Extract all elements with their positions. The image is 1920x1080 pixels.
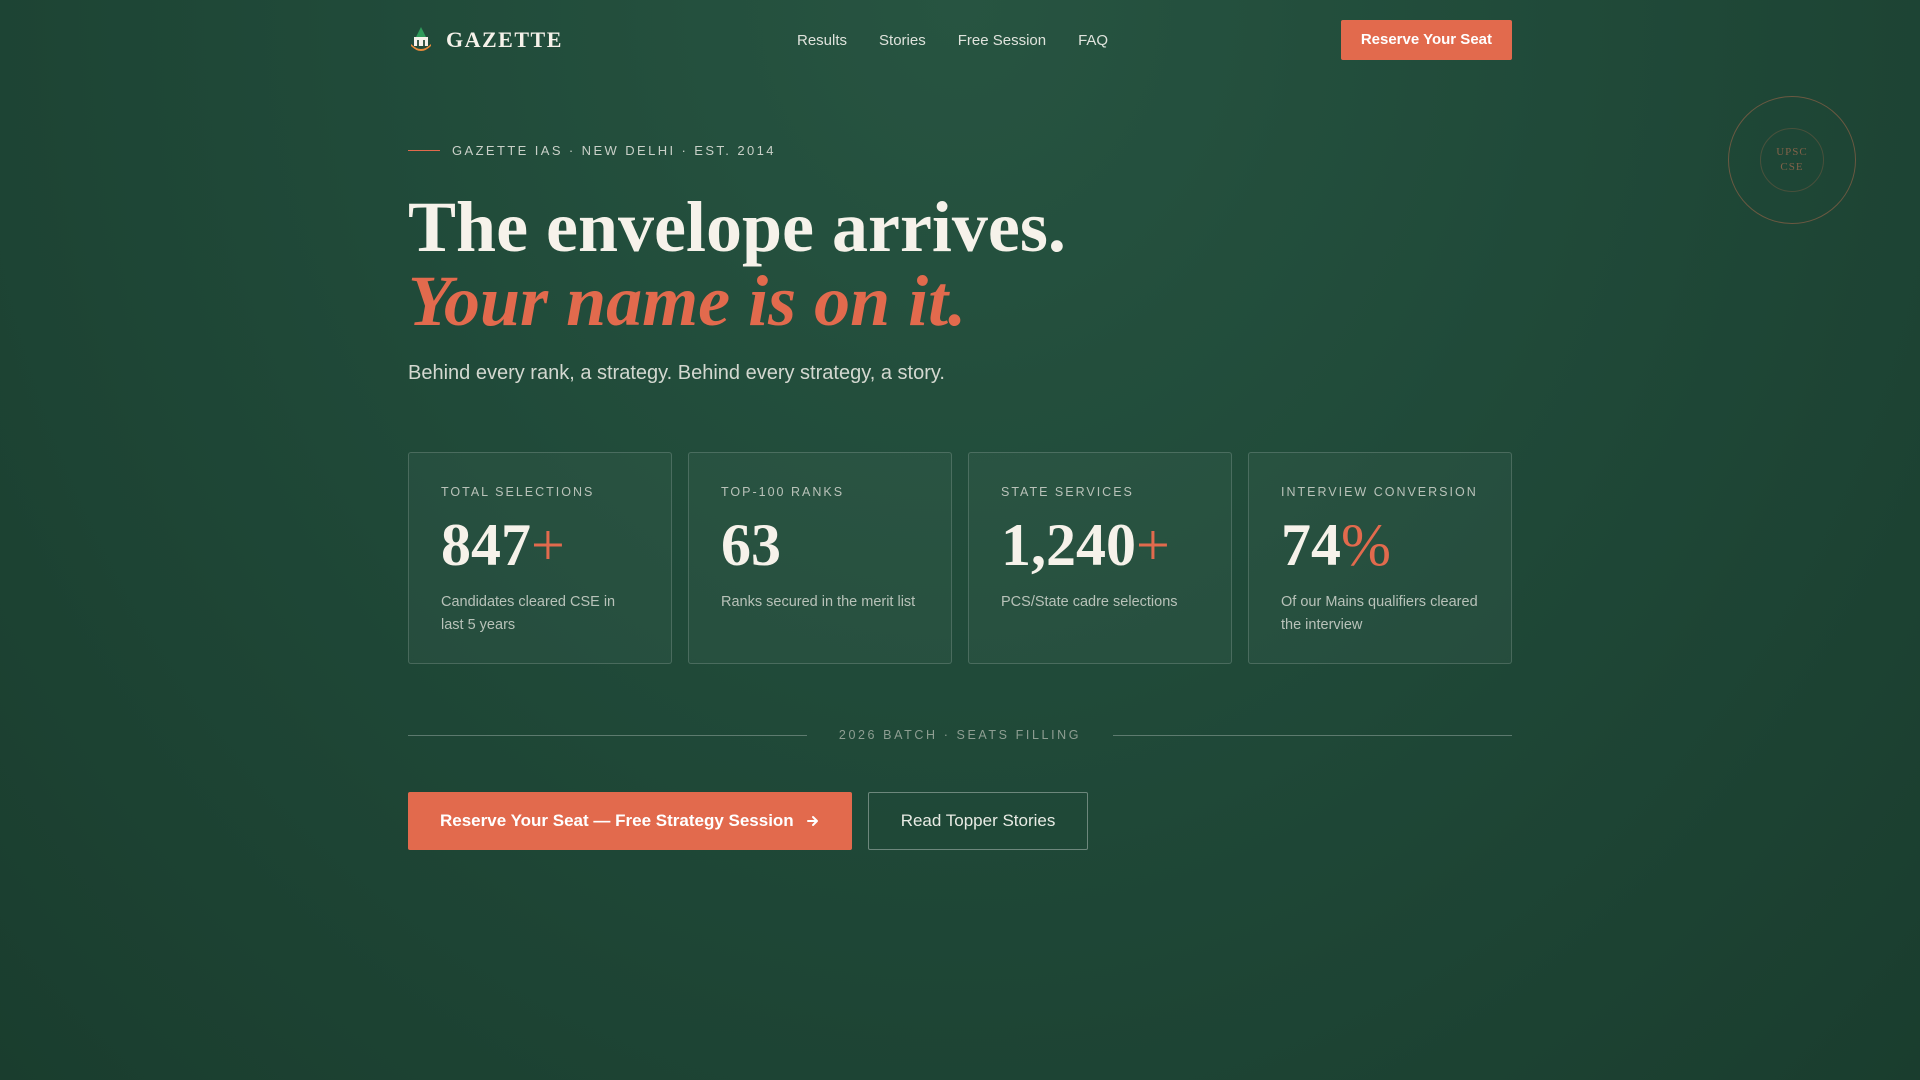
divider-text: 2026 BATCH · SEATS FILLING <box>838 728 1082 742</box>
stamp-inner: UPSC CSE <box>1760 128 1824 192</box>
stat-suffix: % <box>1341 512 1391 578</box>
stat-number: 74 <box>1281 512 1341 578</box>
hero-eyebrow: GAZETTE IAS · NEW DELHI · EST. 2014 <box>408 143 1512 158</box>
nav-link-results[interactable]: Results <box>797 32 847 49</box>
divider-line-right <box>1113 734 1513 736</box>
read-topper-stories-button[interactable]: Read Topper Stories <box>867 792 1089 850</box>
stat-label: INTERVIEW CONVERSION <box>1281 485 1478 499</box>
headline-line1: The envelope arrives. <box>408 187 1066 267</box>
temple-logo-icon <box>411 27 431 51</box>
stat-description: Of our Mains qualifiers cleared the inte… <box>1281 594 1478 633</box>
stats-row: TOTAL SELECTIONS 847+ Candidates cleared… <box>408 452 1512 664</box>
nav-links: Results Stories Free Session FAQ <box>797 0 1108 80</box>
arrow-right-icon <box>806 816 818 826</box>
stat-card: STATE SERVICES 1,240+ PCS/State cadre se… <box>968 452 1232 664</box>
stat-number: 63 <box>721 512 781 578</box>
eyebrow-accent-line <box>408 150 440 151</box>
stamp-line2: CSE <box>1780 161 1804 173</box>
stat-card: TOP-100 RANKS 63 Ranks secured in the me… <box>688 452 952 664</box>
nav-link-free-session[interactable]: Free Session <box>958 32 1046 49</box>
divider-line-left <box>408 734 807 736</box>
hero-headline: The envelope arrives. Your name is on it… <box>408 190 1512 338</box>
nav-link-stories[interactable]: Stories <box>879 32 926 49</box>
primary-cta-label: Reserve Your Seat — Free Strategy Sessio… <box>440 811 794 830</box>
stat-number: 1,240 <box>1001 512 1136 578</box>
stat-suffix: + <box>531 512 565 578</box>
headline-line2: Your name is on it. <box>408 261 967 341</box>
hero-subtitle: Behind every rank, a strategy. Behind ev… <box>408 362 945 384</box>
stat-label: TOP-100 RANKS <box>721 485 845 499</box>
stat-description: Ranks secured in the merit list <box>721 594 916 610</box>
cta-row: Reserve Your Seat — Free Strategy Sessio… <box>408 792 1512 850</box>
reserve-seat-strategy-button[interactable]: Reserve Your Seat — Free Strategy Sessio… <box>408 792 852 850</box>
top-nav: GAZETTE Results Stories Free Session FAQ… <box>408 0 1512 80</box>
stat-value: 847+ <box>441 511 639 579</box>
stat-number: 847 <box>441 512 531 578</box>
nav-link-faq[interactable]: FAQ <box>1078 32 1108 49</box>
stat-suffix: + <box>1136 512 1170 578</box>
stat-value: 63 <box>721 511 919 579</box>
eyebrow-text: GAZETTE IAS · NEW DELHI · EST. 2014 <box>452 143 776 158</box>
stat-value: 74% <box>1281 511 1479 579</box>
stat-card: TOTAL SELECTIONS 847+ Candidates cleared… <box>408 452 672 664</box>
stat-description: Candidates cleared CSE in last 5 years <box>441 594 616 633</box>
stat-description: PCS/State cadre selections <box>1001 594 1178 610</box>
stamp-line1: UPSC <box>1776 146 1808 158</box>
nav-reserve-seat-button[interactable]: Reserve Your Seat <box>1340 20 1512 60</box>
batch-divider: 2026 BATCH · SEATS FILLING <box>408 727 1513 743</box>
stat-label: TOTAL SELECTIONS <box>441 485 595 499</box>
upsc-cse-stamp: UPSC CSE <box>1728 96 1856 224</box>
stat-card: INTERVIEW CONVERSION 74% Of our Mains qu… <box>1248 452 1512 664</box>
stat-label: STATE SERVICES <box>1001 485 1134 499</box>
brand-name: GAZETTE <box>446 27 563 52</box>
brand[interactable]: GAZETTE <box>408 26 563 54</box>
stat-value: 1,240+ <box>1001 511 1199 579</box>
